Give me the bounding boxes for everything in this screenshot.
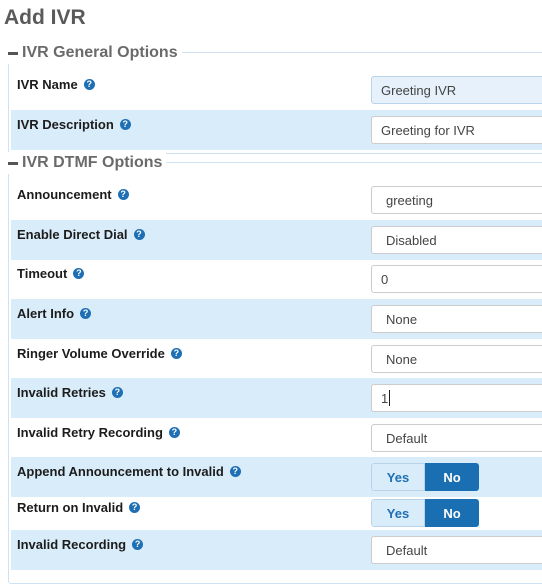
timeout-input[interactable]: 0: [371, 265, 542, 293]
help-icon[interactable]: ?: [133, 229, 145, 240]
invalid-retry-recording-row: Invalid Retry Recording ? Default: [11, 418, 542, 458]
help-icon[interactable]: ?: [83, 79, 95, 90]
append-announcement-label-wrap: Append Announcement to Invalid ?: [17, 464, 241, 479]
ringer-volume-override-label-wrap: Ringer Volume Override ?: [17, 346, 182, 361]
announcement-label-wrap: Announcement ?: [17, 187, 129, 202]
enable-direct-dial-label: Enable Direct Dial: [17, 227, 128, 242]
dtmf-options-title: IVR DTMF Options: [22, 154, 163, 171]
help-icon[interactable]: ?: [111, 387, 123, 398]
text-cursor: [389, 390, 391, 406]
invalid-recording-label: Invalid Recording: [17, 537, 127, 552]
invalid-retry-recording-label: Invalid Retry Recording: [17, 425, 163, 440]
general-options-header[interactable]: IVR General Options: [6, 42, 182, 64]
timeout-row: Timeout ? 0: [11, 259, 542, 299]
ivr-name-label-wrap: IVR Name ?: [17, 77, 95, 92]
invalid-retries-label-wrap: Invalid Retries ?: [17, 385, 123, 400]
ivr-name-label: IVR Name: [17, 77, 78, 92]
invalid-retries-input[interactable]: 1: [371, 384, 542, 412]
ivr-description-label-wrap: IVR Description ?: [17, 117, 131, 132]
no-option[interactable]: No: [425, 463, 479, 491]
help-icon[interactable]: ?: [117, 189, 129, 200]
collapse-icon[interactable]: [8, 51, 18, 55]
invalid-recording-row: Invalid Recording ? Default: [11, 530, 542, 570]
ivr-name-row: IVR Name ? Greeting IVR: [11, 70, 542, 110]
announcement-row: Announcement ? greeting: [11, 180, 542, 220]
help-icon[interactable]: ?: [168, 427, 180, 438]
help-icon[interactable]: ?: [229, 466, 241, 477]
invalid-retry-recording-select[interactable]: Default: [371, 424, 542, 452]
return-on-invalid-row: Return on Invalid ? Yes No: [11, 493, 542, 533]
alert-info-row: Alert Info ? None: [11, 299, 542, 339]
return-on-invalid-label: Return on Invalid: [17, 500, 124, 515]
dtmf-options-header[interactable]: IVR DTMF Options: [6, 152, 167, 174]
ringer-volume-override-select[interactable]: None: [371, 345, 542, 373]
help-icon[interactable]: ?: [73, 268, 85, 279]
general-options-title: IVR General Options: [22, 44, 178, 61]
alert-info-label: Alert Info: [17, 306, 75, 321]
invalid-retry-recording-label-wrap: Invalid Retry Recording ?: [17, 425, 180, 440]
timeout-label: Timeout: [17, 266, 68, 281]
help-icon[interactable]: ?: [80, 308, 92, 319]
yes-option[interactable]: Yes: [371, 499, 425, 527]
alert-info-label-wrap: Alert Info ?: [17, 306, 92, 321]
collapse-icon[interactable]: [8, 161, 18, 165]
invalid-retries-value: 1: [381, 390, 389, 406]
ivr-description-label: IVR Description: [17, 117, 114, 132]
append-announcement-label: Append Announcement to Invalid: [17, 464, 224, 479]
append-announcement-toggle: Yes No: [371, 463, 479, 491]
ivr-description-input[interactable]: Greeting for IVR: [371, 116, 542, 144]
invalid-recording-label-wrap: Invalid Recording ?: [17, 537, 144, 552]
yes-option[interactable]: Yes: [371, 463, 425, 491]
announcement-select[interactable]: greeting: [371, 186, 542, 214]
help-icon[interactable]: ?: [170, 348, 182, 359]
timeout-label-wrap: Timeout ?: [17, 266, 85, 281]
ringer-volume-override-row: Ringer Volume Override ? None: [11, 339, 542, 379]
ivr-description-row: IVR Description ? Greeting for IVR: [11, 110, 542, 150]
help-icon[interactable]: ?: [129, 502, 141, 513]
page-title: Add IVR: [4, 6, 86, 29]
invalid-retries-row: Invalid Retries ? 1: [11, 378, 542, 418]
ringer-volume-override-label: Ringer Volume Override: [17, 346, 165, 361]
ivr-name-input[interactable]: Greeting IVR: [371, 76, 542, 104]
return-on-invalid-label-wrap: Return on Invalid ?: [17, 500, 141, 515]
invalid-recording-select[interactable]: Default: [371, 536, 542, 564]
help-icon[interactable]: ?: [119, 119, 131, 130]
enable-direct-dial-row: Enable Direct Dial ? Disabled: [11, 220, 542, 260]
invalid-retries-label: Invalid Retries: [17, 385, 106, 400]
no-option[interactable]: No: [425, 499, 479, 527]
return-on-invalid-toggle: Yes No: [371, 499, 479, 527]
help-icon[interactable]: ?: [132, 539, 144, 550]
alert-info-input[interactable]: None: [371, 305, 542, 333]
enable-direct-dial-label-wrap: Enable Direct Dial ?: [17, 227, 145, 242]
announcement-label: Announcement: [17, 187, 112, 202]
append-announcement-row: Append Announcement to Invalid ? Yes No: [11, 457, 542, 497]
enable-direct-dial-select[interactable]: Disabled: [371, 226, 542, 254]
